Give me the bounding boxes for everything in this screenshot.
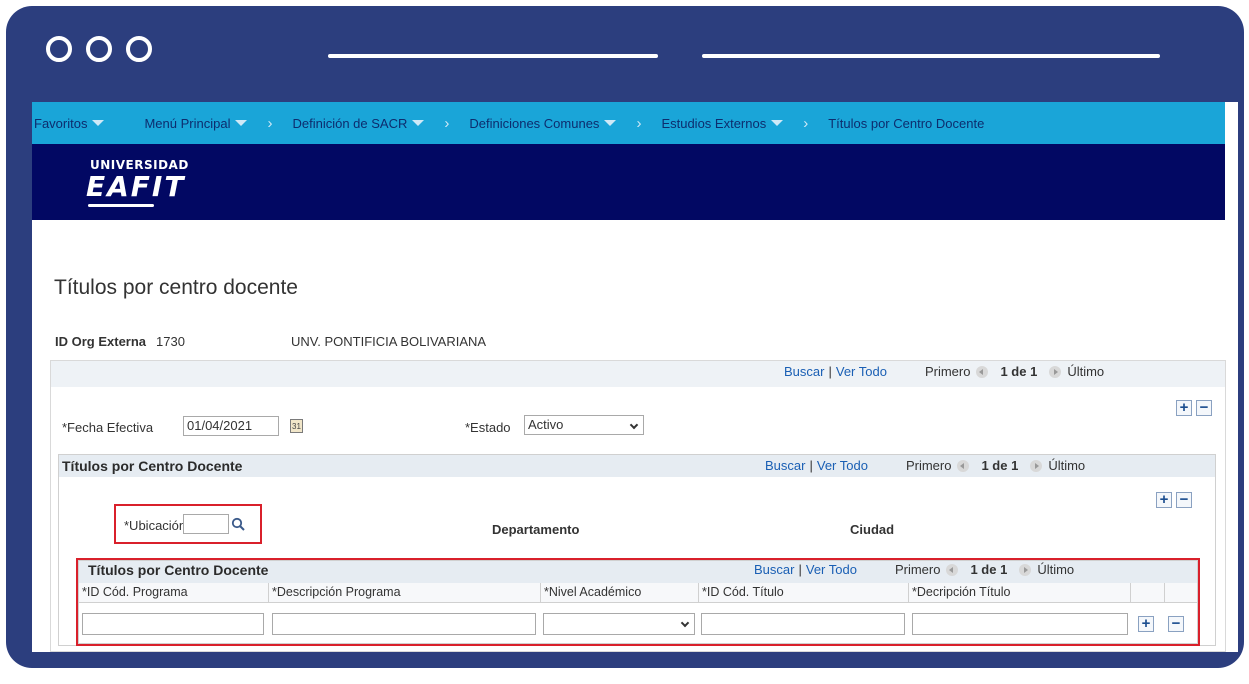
row-actions: + − <box>1176 400 1212 416</box>
previous-icon[interactable] <box>976 365 989 378</box>
caret-down-icon <box>771 120 784 126</box>
find-link[interactable]: Buscar <box>784 364 824 379</box>
find-link[interactable]: Buscar <box>765 458 805 473</box>
window-dot-icon[interactable] <box>126 36 152 62</box>
delete-row-button[interactable]: − <box>1176 492 1192 508</box>
nav-item-definicion-sacr[interactable]: Definición de SACR <box>292 115 425 131</box>
nav-item-definiciones-comunes[interactable]: Definiciones Comunes <box>469 115 617 131</box>
window-dot-icon[interactable] <box>46 36 72 62</box>
nav-label: Títulos por Centro Docente <box>828 115 985 131</box>
next-icon[interactable] <box>1030 459 1043 472</box>
location-label: *Ubicación <box>124 518 187 533</box>
caret-down-icon <box>412 120 425 126</box>
org-label-text: ID Org Externa <box>55 334 147 349</box>
page-content: Favoritos Menú Principal › Definición de… <box>32 102 1238 652</box>
logo: EAFIT <box>86 170 186 203</box>
university-header: UNIVERSIDAD EAFIT <box>32 144 1225 220</box>
view-all-link[interactable]: Ver Todo <box>836 364 887 379</box>
nav-label: Favoritos <box>34 115 88 131</box>
add-row-button[interactable]: + <box>1156 492 1172 508</box>
caret-down-icon <box>92 120 105 126</box>
city-label: Ciudad <box>850 522 895 537</box>
status-value: Activo <box>528 417 564 432</box>
effective-date-input[interactable]: 01/04/2021 <box>183 416 279 436</box>
department-label: Departamento <box>492 522 580 537</box>
window-controls <box>46 36 152 62</box>
delete-row-button[interactable]: − <box>1196 400 1212 416</box>
view-all-link[interactable]: Ver Todo <box>817 458 868 473</box>
page-title: Títulos por centro docente <box>54 276 298 299</box>
nav-label: Definiciones Comunes <box>469 115 600 131</box>
row-count: 1 de 1 <box>1000 364 1038 379</box>
pager: Buscar | Ver Todo Primero 1 de 1 Último <box>784 364 1104 379</box>
nav-item-titulos-centro-docente[interactable]: Títulos por Centro Docente <box>828 116 984 131</box>
logo-underline <box>88 204 154 207</box>
previous-icon[interactable] <box>957 459 970 472</box>
add-row-button[interactable]: + <box>1176 400 1192 416</box>
nav-item-menu-principal[interactable]: Menú Principal <box>144 115 248 131</box>
browser-frame: Favoritos Menú Principal › Definición de… <box>6 6 1244 668</box>
first-link[interactable]: Primero <box>906 458 952 473</box>
status-label: *Estado <box>465 420 511 435</box>
section-title: Títulos por Centro Docente <box>62 458 243 474</box>
row-count: 1 de 1 <box>981 458 1019 473</box>
org-name: UNV. PONTIFICIA BOLIVARIANA <box>291 334 487 349</box>
org-id-label: ID Org Externa 1730 <box>55 334 185 349</box>
effective-date-label: *Fecha Efectiva <box>62 420 154 435</box>
caret-down-icon <box>604 120 617 126</box>
status-select[interactable]: Activo <box>524 415 644 435</box>
window-dot-icon[interactable] <box>86 36 112 62</box>
nav-item-estudios-externos[interactable]: Estudios Externos <box>661 115 784 131</box>
address-bar-placeholder <box>328 54 658 58</box>
breadcrumb: Favoritos Menú Principal › Definición de… <box>32 102 1225 144</box>
nav-label: Estudios Externos <box>661 115 767 131</box>
row-actions: + − <box>1156 492 1192 508</box>
chevron-right-icon: › <box>803 114 809 132</box>
last-link[interactable]: Último <box>1048 458 1085 473</box>
nav-label: Menú Principal <box>144 115 231 131</box>
last-link[interactable]: Último <box>1067 364 1104 379</box>
chevron-right-icon: › <box>444 114 450 132</box>
grid-highlight <box>76 558 1200 646</box>
org-id-value: 1730 <box>156 334 185 349</box>
location-input[interactable] <box>183 514 229 534</box>
address-bar-placeholder <box>702 54 1160 58</box>
chevron-right-icon: › <box>636 114 642 132</box>
pager-separator: | <box>809 458 813 473</box>
nav-label: Definición de SACR <box>292 115 408 131</box>
search-icon[interactable] <box>231 517 245 531</box>
chevron-down-icon <box>629 420 639 430</box>
calendar-icon[interactable]: 31 <box>290 419 303 433</box>
pager: Buscar | Ver Todo Primero 1 de 1 Último <box>765 458 1085 473</box>
pager-separator: | <box>828 364 832 379</box>
caret-down-icon <box>235 120 248 126</box>
first-link[interactable]: Primero <box>925 364 971 379</box>
next-icon[interactable] <box>1049 365 1062 378</box>
chevron-right-icon: › <box>267 114 273 132</box>
nav-item-favoritos[interactable]: Favoritos <box>34 115 105 131</box>
